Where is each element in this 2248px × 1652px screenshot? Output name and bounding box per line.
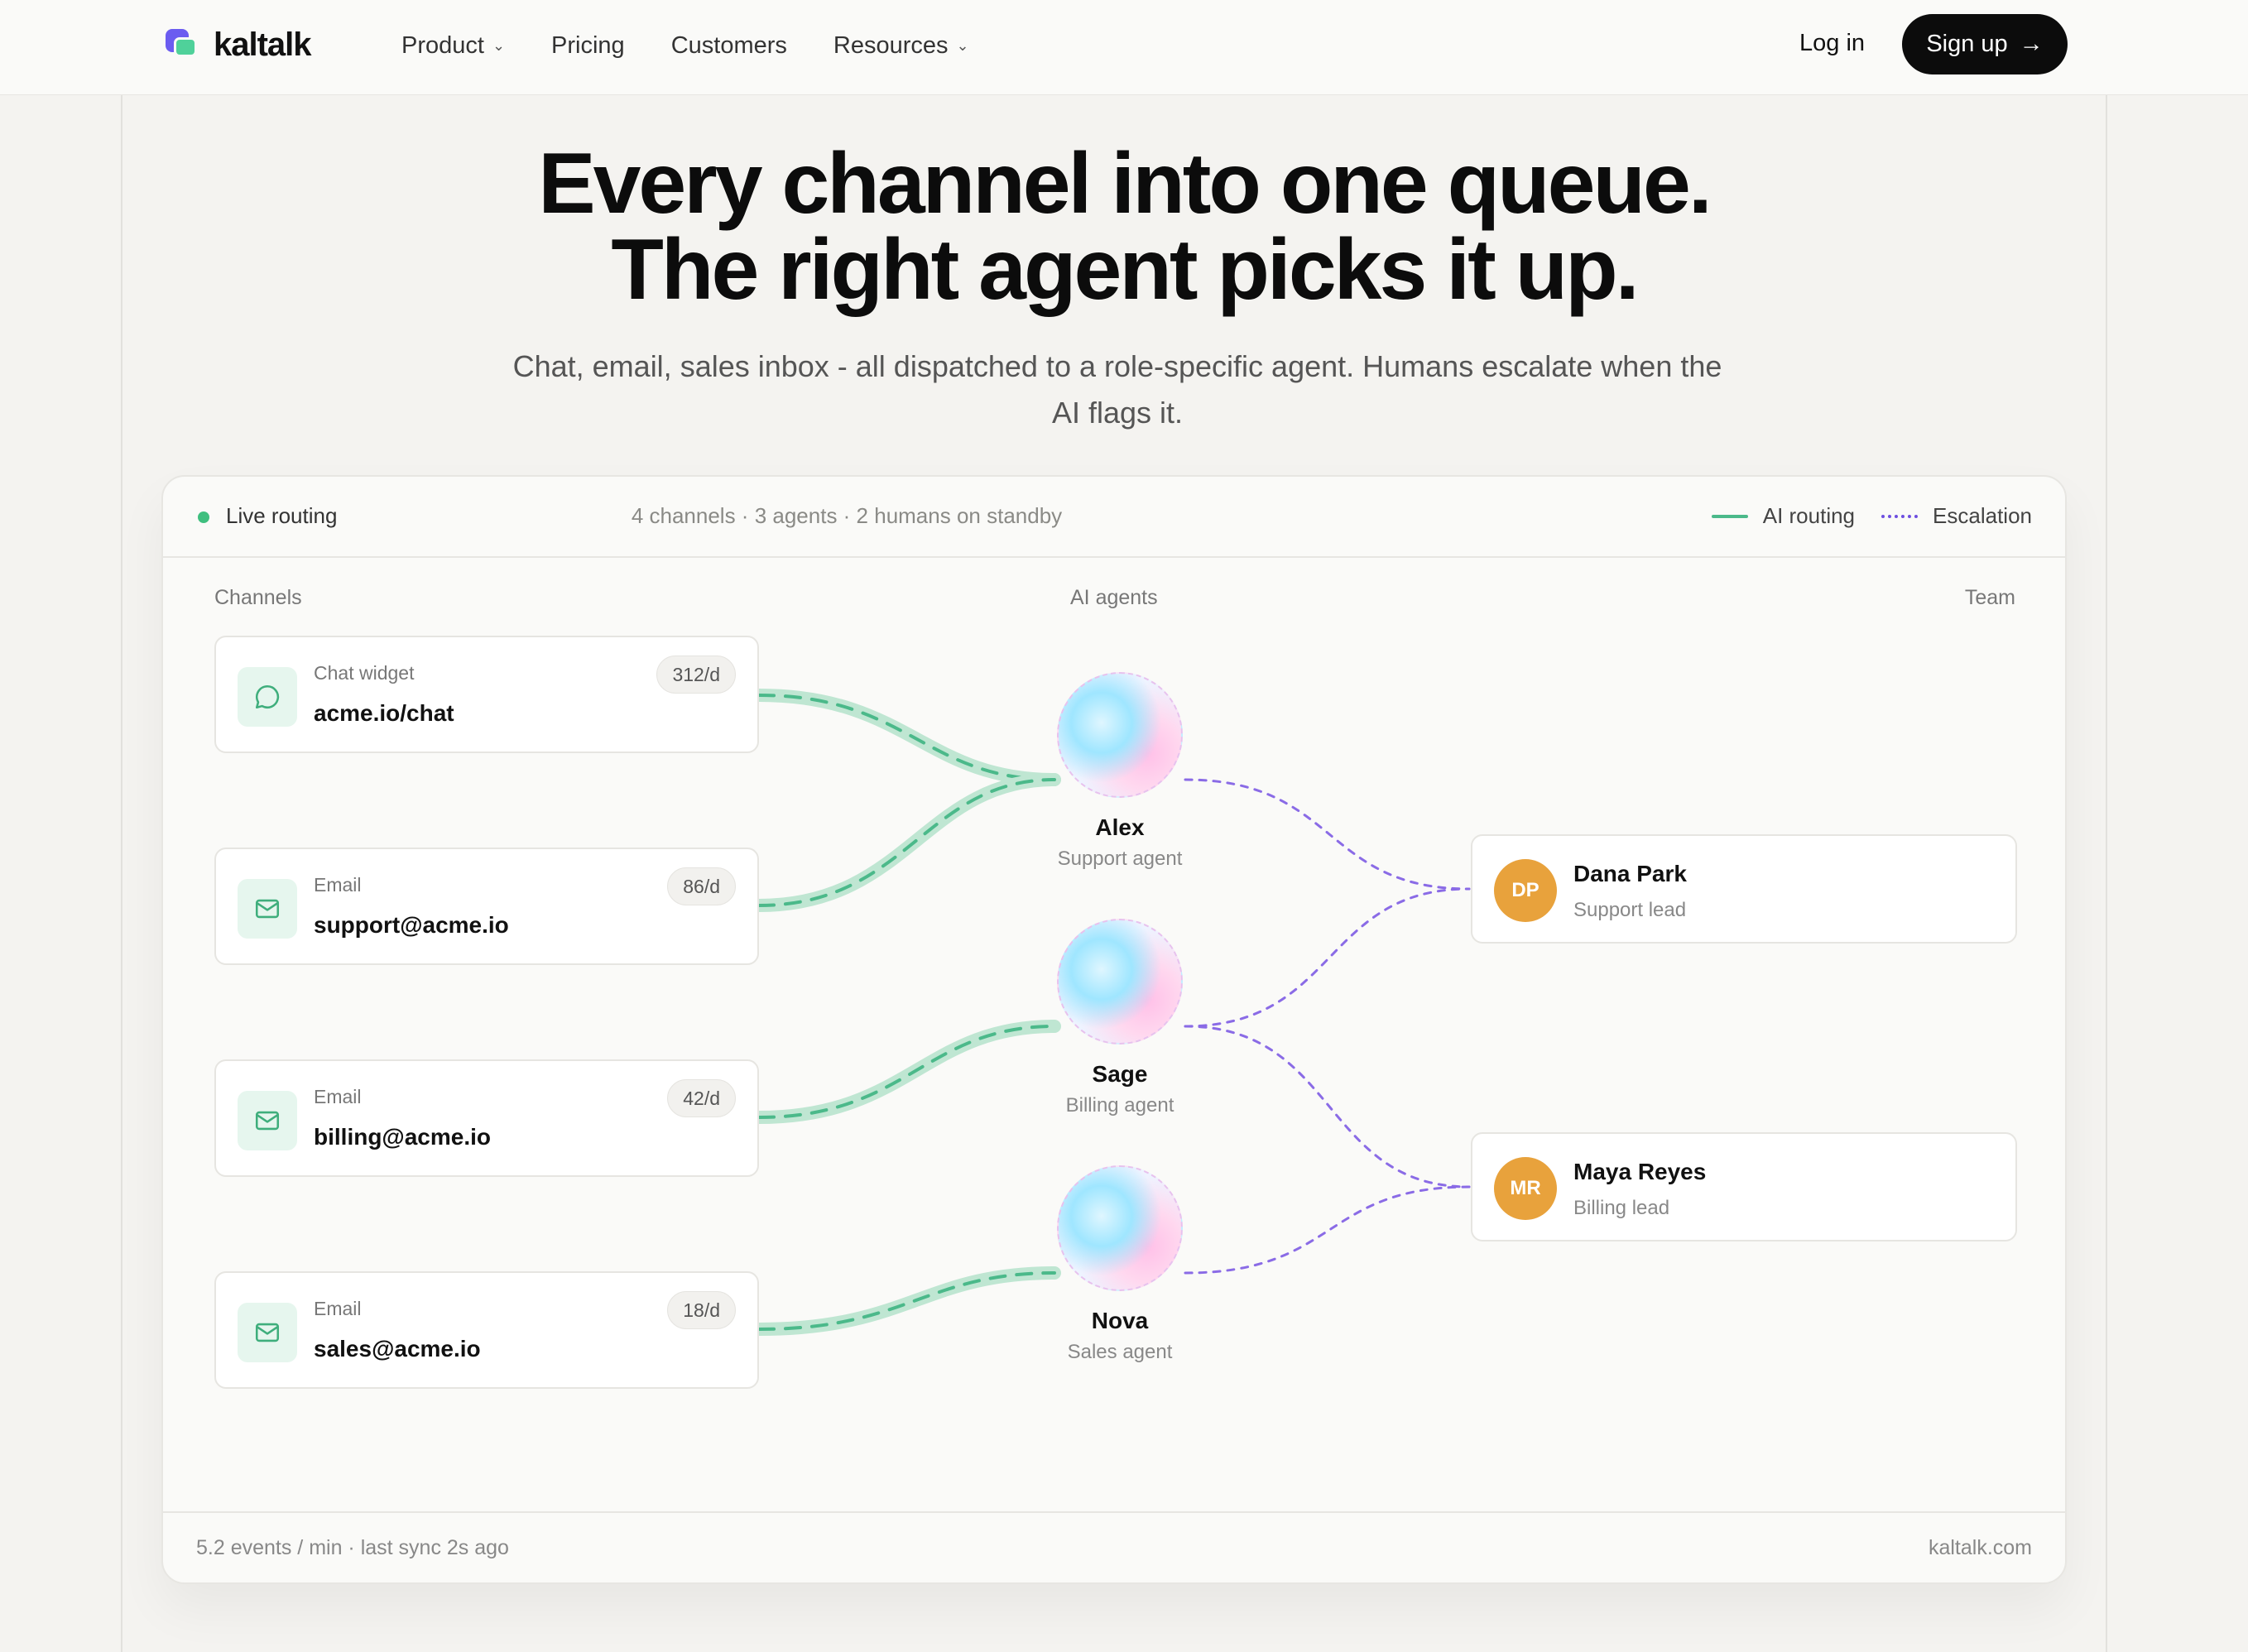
agent-name: Sage [1092, 1061, 1148, 1087]
team-member-name: Dana Park [1573, 861, 1687, 886]
channel-address: sales@acme.io [314, 1336, 481, 1361]
agent-role: Billing agent [1065, 1094, 1174, 1117]
channel-kind: Email [314, 1298, 362, 1319]
escalate-nova-to-maya [1184, 1185, 1471, 1275]
panel-footer: 5.2 events / min · last sync 2s ago kalt… [163, 1511, 2065, 1582]
channel-rate-badge: 86/d [667, 867, 736, 905]
channel-rate-badge: 42/d [667, 1079, 736, 1117]
mail-icon [238, 879, 297, 939]
brand-name: kaltalk [214, 26, 312, 63]
chevron-down-icon: ⌄ [956, 36, 969, 54]
channel-kind: Email [314, 874, 362, 896]
nav-pricing[interactable]: Pricing [551, 32, 625, 60]
mail-icon [238, 1303, 297, 1362]
hero-title-line2: The right agent picks it up. [611, 222, 1639, 318]
team-card-dana[interactable]: DP Dana Park Support lead [1471, 834, 2017, 944]
agent-name: Nova [1091, 1308, 1149, 1333]
nav-product[interactable]: Product ⌄ [401, 32, 505, 60]
team-member-role: Support lead [1573, 899, 1687, 921]
nav-links: Product ⌄ Pricing Customers Resources ⌄ [401, 0, 969, 91]
logo-icon [166, 28, 197, 62]
ai-routing-paths [752, 689, 1061, 1336]
agent-orb-nova[interactable] [1057, 1165, 1183, 1291]
hero-title-line1: Every channel into one queue. [538, 136, 1712, 232]
login-link[interactable]: Log in [1799, 30, 1865, 57]
channel-address: support@acme.io [314, 912, 509, 938]
nav-customers[interactable]: Customers [671, 32, 787, 60]
hero-title: Every channel into one queue. The right … [0, 141, 2248, 313]
frame-line-left [121, 95, 122, 1652]
channel-rate-badge: 312/d [656, 656, 736, 694]
nav-customers-label: Customers [670, 31, 787, 59]
channel-card-billing-email[interactable]: Email billing@acme.io 42/d [214, 1059, 759, 1177]
footer-domain[interactable]: kaltalk.com [1929, 1536, 2032, 1560]
signup-button[interactable]: Sign up → [1902, 14, 2068, 74]
channel-address: acme.io/chat [314, 700, 454, 726]
chevron-down-icon: ⌄ [492, 36, 506, 54]
arrow-right-icon: → [2019, 31, 2044, 57]
frame-line-right [2106, 95, 2107, 1652]
hero-subtitle: Chat, email, sales inbox - all dispatche… [512, 349, 1722, 430]
channel-card-sales-email[interactable]: Email sales@acme.io 18/d [214, 1271, 759, 1389]
agent-orb-sage[interactable] [1057, 919, 1183, 1045]
team-member-role: Billing lead [1573, 1197, 1670, 1219]
top-nav: kaltalk Product ⌄ Pricing Customers Reso… [0, 0, 2248, 95]
nav-resources-label: Resources [833, 31, 949, 59]
brand-logo[interactable]: kaltalk [166, 26, 312, 64]
agent-role: Support agent [1057, 848, 1183, 870]
team-card-maya[interactable]: MR Maya Reyes Billing lead [1471, 1132, 2017, 1241]
agent-name: Alex [1095, 814, 1145, 840]
channel-address: billing@acme.io [314, 1124, 492, 1150]
nav-product-label: Product [401, 31, 484, 59]
event-rate: 5.2 events / min · last sync 2s ago [196, 1536, 509, 1559]
agent-orb-alex[interactable] [1057, 672, 1183, 798]
team-member-name: Maya Reyes [1573, 1159, 1707, 1184]
agent-role: Sales agent [1067, 1341, 1173, 1363]
route-chat-to-alex [752, 689, 1061, 786]
avatar: DP [1494, 859, 1557, 922]
channel-card-support-email[interactable]: Email support@acme.io 86/d [214, 848, 759, 965]
channel-kind: Email [314, 1086, 362, 1107]
channel-card-chat[interactable]: Chat widget acme.io/chat 312/d [214, 636, 759, 753]
escalate-sage-to-dana [1184, 887, 1471, 1028]
route-support-to-alex [752, 773, 1061, 912]
nav-resources[interactable]: Resources ⌄ [833, 32, 969, 60]
channel-kind: Chat widget [314, 662, 415, 684]
signup-label: Sign up [1926, 31, 2008, 57]
avatar: MR [1494, 1157, 1557, 1220]
mail-icon [238, 1091, 297, 1150]
chat-bubble-icon [238, 667, 297, 727]
channel-rate-badge: 18/d [667, 1291, 736, 1329]
nav-pricing-label: Pricing [551, 31, 625, 59]
routing-panel: Live routing 4 channels · 3 agents · 2 h… [161, 475, 2067, 1584]
